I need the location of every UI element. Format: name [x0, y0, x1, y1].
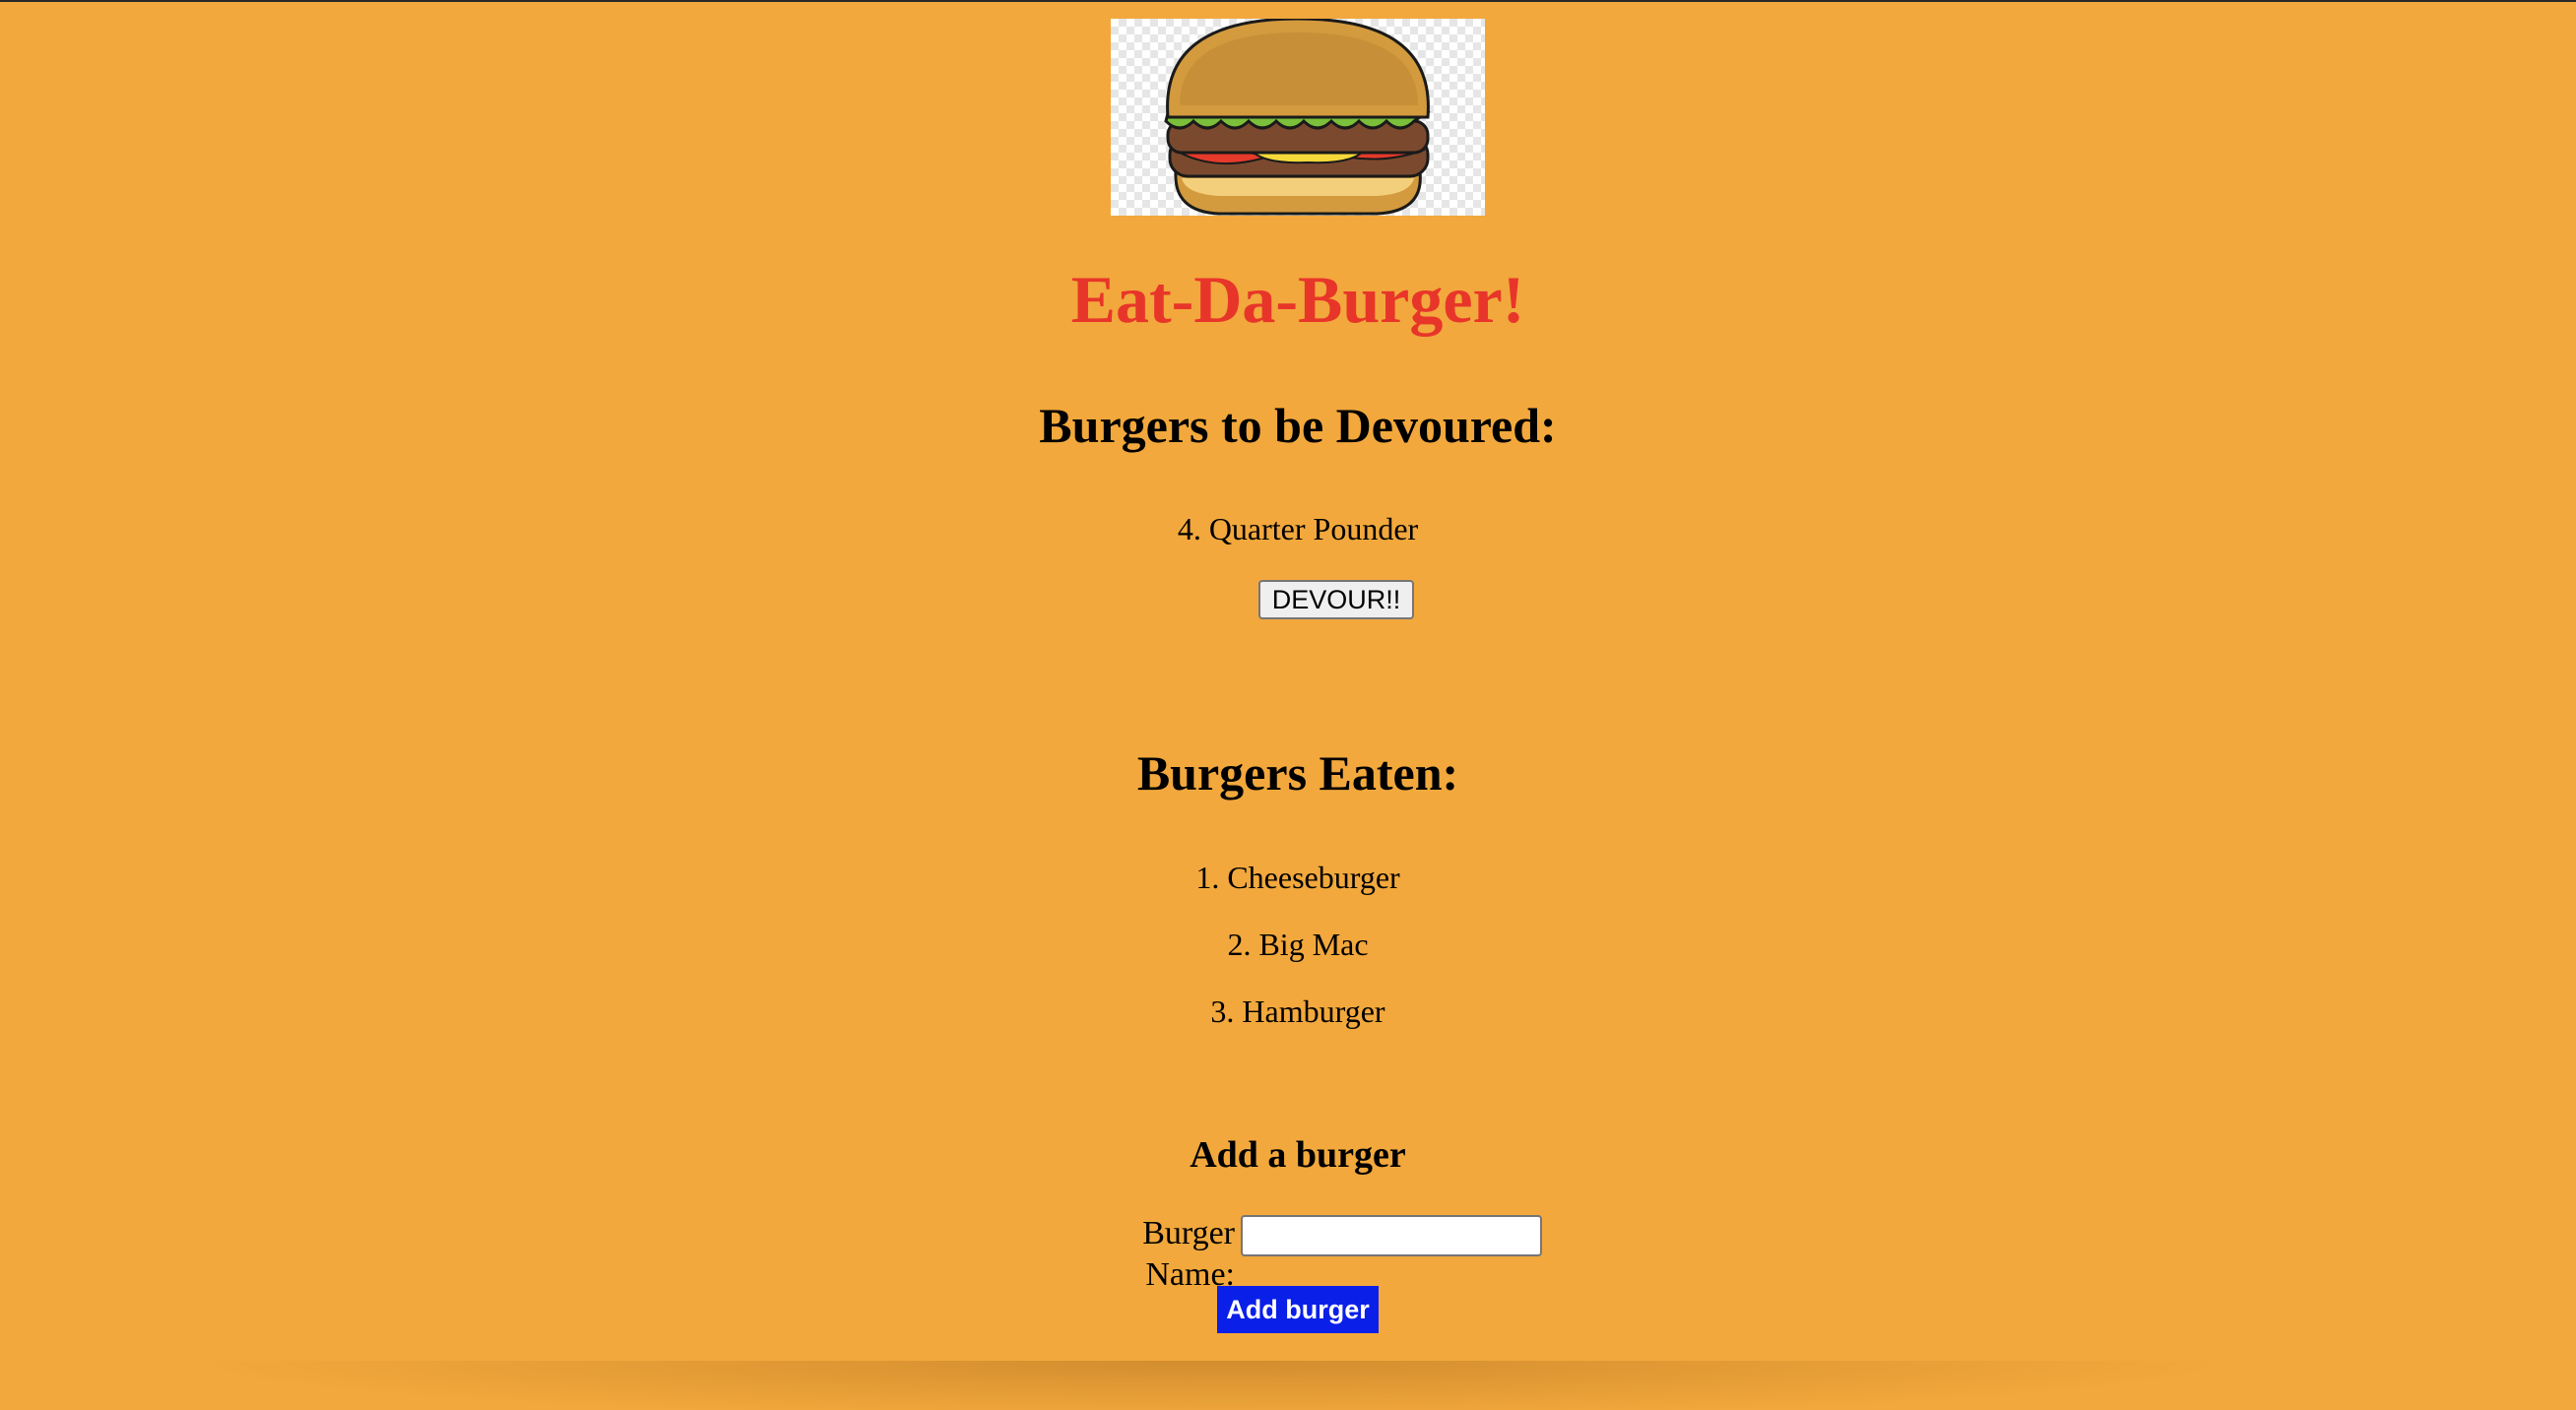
bottom-shadow [177, 1361, 2245, 1410]
eaten-heading: Burgers Eaten: [1136, 745, 1459, 801]
list-item: 3. Hamburger [1210, 993, 1385, 1029]
list-item: 2. Big Mac [1227, 927, 1369, 962]
list-item: 1. Cheeseburger [1195, 860, 1400, 895]
add-burger-heading: Add a burger [1190, 1134, 1406, 1176]
to-devour-heading: Burgers to be Devoured: [1039, 398, 1557, 453]
add-burger-button[interactable]: Add burger [1217, 1286, 1379, 1333]
burger-name-label: Burger Name: [1142, 1215, 1235, 1293]
page-title: Eat-Da-Burger! [1070, 262, 1525, 337]
devour-button[interactable]: DEVOUR!! [1258, 580, 1414, 619]
burger-name-input[interactable] [1241, 1215, 1542, 1256]
burger-icon [1164, 19, 1431, 216]
list-item: 4. Quarter Pounder [1177, 511, 1419, 546]
burger-logo [1111, 19, 1485, 216]
